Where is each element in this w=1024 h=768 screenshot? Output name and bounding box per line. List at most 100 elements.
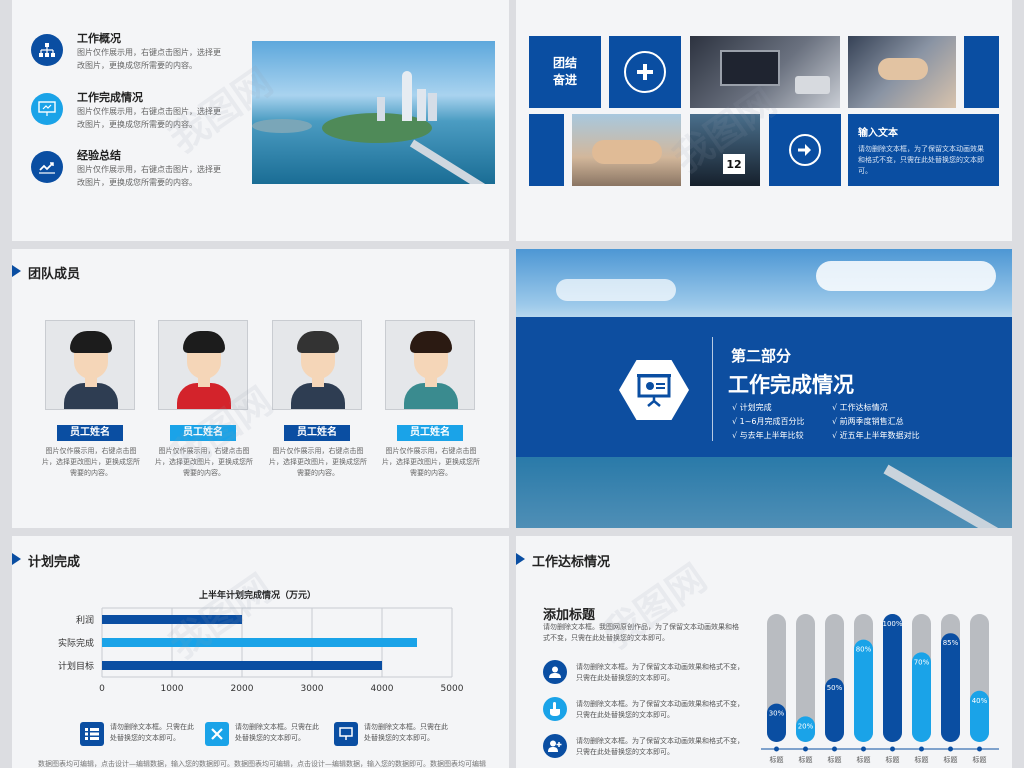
category-label: 标题 [973,755,987,764]
member-desc: 图片仅作展示用，右键点击图片，选择更改图片，更换成您所需要的内容。 [155,447,253,477]
agenda-item-desc: 图片仅作展示用，右键点击图片，选择更改图片，更换成您所需要的内容。 [77,107,221,129]
bar [102,661,382,670]
data-label: 50% [827,684,843,692]
feature-text: 请勿删除文本框。为了保留文本动画效果和格式不变，只需在此处替换您的文本即可。 [576,663,744,682]
user-icon [543,660,567,684]
bullet-item: √ 与去年上半年比较 [732,431,804,440]
bar [883,614,902,742]
x-tick-label: 5000 [441,684,464,694]
member-name: 员工姓名 [397,425,463,441]
number-badge: 12 [723,154,745,174]
agenda-item-title: 工作完成情况 [77,91,143,104]
user-add-icon [543,734,567,758]
data-label: 70% [914,658,930,666]
slide-work-overview[interactable]: 工作概况 图片仅作展示用，右键点击图片，选择更改图片，更换成您所需要的内容。 工… [12,0,509,241]
sub-title: 添加标题 [543,608,596,623]
divider [712,337,713,441]
next-tile[interactable] [769,114,841,186]
avatar [272,320,362,410]
x-tick-label: 3000 [301,684,324,694]
member-card[interactable]: 员工姓名图片仅作展示用，右键点击图片，选择更改图片，更换成您所需要的内容。 [155,320,253,480]
arrow-right-icon [789,134,821,166]
part-label: 第二部分 [731,347,792,365]
bullet-item: √ 工作达标情况 [832,403,888,412]
data-label: 100% [882,620,902,628]
accent-bar [964,36,999,108]
hands-together-photo[interactable] [572,114,681,186]
member-name: 员工姓名 [170,425,236,441]
category-label: 标题 [770,755,784,764]
slide-work-standard[interactable]: 工作达标情况 添加标题 请勿删除文本框。我图网原创作品，为了保留文本动画效果和格… [516,536,1012,768]
number-card-photo[interactable]: 12 [690,114,760,186]
add-tile[interactable] [609,36,681,108]
x-tick-label: 0 [99,684,105,694]
meeting-laptop-photo[interactable] [690,36,840,108]
plus-icon [624,51,666,93]
slide-team-members[interactable]: 团队成员 员工姓名 图片仅作展示用，右键点击图片，选择更改图片，更换成您所需要的内… [12,249,509,528]
member-name: 员工姓名 [284,425,350,441]
member-desc: 图片仅作展示用，右键点击图片，选择更改图片，更换成您所需要的内容。 [42,447,140,477]
feature-text: 请勿删除文本框。为了保留文本动画效果和格式不变，只需在此处替换您的文本即可。 [576,737,744,756]
input-text-card[interactable]: 输入文本 请勿删除文本框，为了保留文本动画效果和格式不变，只需在此处替换您的文本… [848,114,999,186]
category-label: 利润 [76,614,94,626]
x-tick-label: 2000 [231,684,254,694]
section-title: 计划完成 [28,555,81,570]
bullet-list: √ 计划完成 √ 工作达标情况 √ 1~6月完成百分比 √ 前两季度销售汇总 √… [732,402,992,441]
section-marker [12,265,21,277]
data-label: 85% [943,639,959,647]
bar [941,633,960,742]
section-marker [12,553,21,565]
note-text: 请勿删除文本框。只需在此处替换您的文本即可。 [364,723,448,742]
agenda-item-title: 工作概况 [77,32,121,45]
slide-part-two[interactable]: 第二部分 工作完成情况 √ 计划完成 √ 工作达标情况 √ 1~6月完成百分比 … [516,249,1012,528]
section-title: 工作达标情况 [532,555,611,570]
handshake-photo[interactable] [848,36,956,108]
accent-bar [529,114,564,186]
pointer-hand-icon [543,697,567,721]
presentation-board-icon [31,93,63,125]
bar [854,639,873,742]
data-label: 30% [769,710,785,718]
category-label: 标题 [944,755,958,764]
team-tile[interactable]: 团结 奋进 [529,36,601,108]
input-text-desc: 请勿删除文本框，为了保留文本动画效果和格式不变，只需在此处替换您的文本即可。 [858,145,984,175]
agenda-item-desc: 图片仅作展示用，右键点击图片，选择更改图片，更换成您所需要的内容。 [77,48,221,70]
member-card[interactable]: 员工姓名图片仅作展示用，右键点击图片，选择更改图片，更换成您所需要的内容。 [42,320,140,480]
member-desc: 图片仅作展示用，右键点击图片，选择更改图片，更换成您所需要的内容。 [269,447,367,477]
avatar [158,320,248,410]
note-text: 请勿删除文本框。只需在此处替换您的文本即可。 [235,723,319,742]
x-tick-label: 4000 [371,684,394,694]
member-card[interactable]: 员工姓名图片仅作展示用，右键点击图片，选择更改图片，更换成您所需要的内容。 [269,320,367,480]
presentation-board-icon [334,722,358,746]
section-marker [516,553,525,565]
data-label: 20% [798,722,814,730]
bullet-item: √ 计划完成 [732,403,772,412]
agenda-item: 工作完成情况 图片仅作展示用，右键点击图片，选择更改图片，更换成您所需要的内容。 [31,89,231,144]
category-label: 标题 [799,755,813,764]
input-text-title: 输入文本 [858,128,898,139]
bar [102,615,242,624]
island-city-photo[interactable] [252,41,495,184]
part-title: 工作完成情况 [728,373,854,397]
bar [102,638,417,647]
slide-teamwork[interactable]: 团结 奋进 12 输入文本 请勿删除文本框，为了保留文本动画效果和格式不变，只需… [516,0,1012,241]
category-label: 标题 [915,755,929,764]
tools-icon [205,722,229,746]
note-text: 请勿删除文本框。只需在此处替换您的文本即可。 [110,723,194,742]
agenda-item-desc: 图片仅作展示用，右键点击图片，选择更改图片，更换成您所需要的内容。 [77,165,221,187]
footer-text: 数据图表均可编辑，点击设计—编辑数据，输入您的数据即可。数据图表均可编辑，点击设… [38,760,486,768]
team-tile-text: 团结 奋进 [552,56,577,87]
avatar [45,320,135,410]
feature-text: 请勿删除文本框。为了保留文本动画效果和格式不变，只需在此处替换您的文本即可。 [576,700,744,719]
agenda-item-title: 经验总结 [77,149,121,162]
bullet-item: √ 前两季度销售汇总 [832,417,904,426]
category-label: 标题 [828,755,842,764]
x-tick-label: 1000 [161,684,184,694]
slide-plan-completion[interactable]: 计划完成 上半年计划完成情况（万元） 0 1000 2000 3000 4000 5000… [12,536,509,768]
member-card[interactable]: 员工姓名图片仅作展示用，右键点击图片，选择更改图片，更换成您所需要的内容。 [382,320,480,480]
member-name: 员工姓名 [57,425,123,441]
member-desc: 图片仅作展示用，右键点击图片，选择更改图片，更换成您所需要的内容。 [382,447,480,477]
avatar [385,320,475,410]
sub-desc: 请勿删除文本框。我图网原创作品，为了保留文本动画效果和格式不变，只需在此处替换您… [543,623,739,642]
standard-bar-chart: 30% 标题 20% 标题 50% 标题 80% 标题 100% 标题 70% 标题 85% 标题 40% 标… [761,614,999,764]
